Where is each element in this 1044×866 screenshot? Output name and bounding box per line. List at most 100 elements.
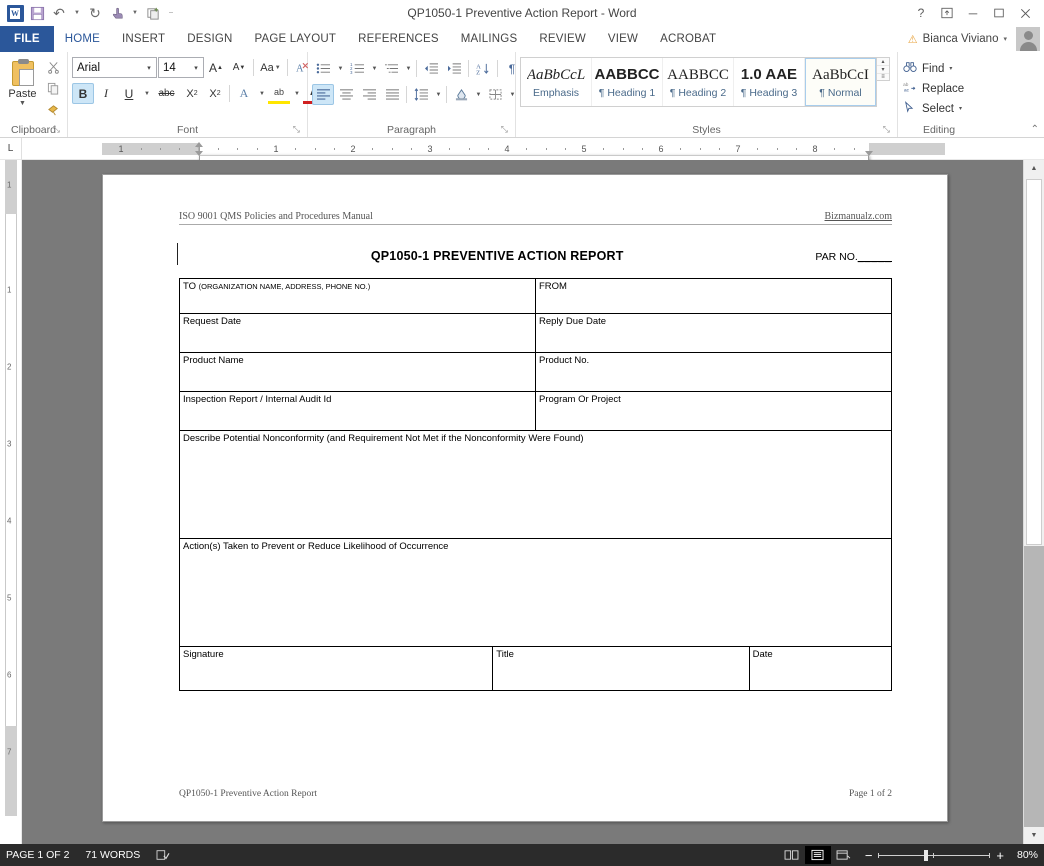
zoom-level-label[interactable]: 80% xyxy=(1012,849,1038,861)
proofing-errors-icon[interactable] xyxy=(156,849,170,861)
maximize-restore-button[interactable] xyxy=(986,2,1012,24)
multilevel-list-icon[interactable] xyxy=(380,58,402,79)
copy-icon[interactable] xyxy=(43,79,63,98)
shrink-font-icon[interactable]: A ▼ xyxy=(228,57,250,78)
zoom-out-button[interactable]: − xyxy=(865,848,873,863)
format-painter-icon[interactable] xyxy=(43,100,63,119)
tab-mailings[interactable]: MAILINGS xyxy=(450,26,529,52)
hanging-indent-marker[interactable] xyxy=(195,150,203,156)
cell-actions-taken[interactable]: Action(s) Taken to Prevent or Reduce Lik… xyxy=(179,538,892,647)
cell-product-no[interactable]: Product No. xyxy=(535,352,892,392)
cut-icon[interactable] xyxy=(43,58,63,77)
web-layout-view-button[interactable] xyxy=(831,846,857,864)
tab-stop-selector[interactable]: L xyxy=(0,137,22,160)
first-line-indent-marker[interactable] xyxy=(195,141,203,147)
find-dropdown-icon[interactable]: ▾ xyxy=(949,65,952,72)
undo-icon[interactable]: ↶ xyxy=(48,2,70,24)
text-effects-icon[interactable]: A xyxy=(233,83,255,104)
cell-product-name[interactable]: Product Name xyxy=(179,352,536,392)
cell-reply-due-date[interactable]: Reply Due Date xyxy=(535,313,892,353)
paragraph-dialog-launcher-icon[interactable]: ⤡ xyxy=(501,124,508,135)
read-mode-view-button[interactable] xyxy=(779,846,805,864)
touch-dropdown-icon[interactable]: ▼ xyxy=(128,2,142,24)
cell-date[interactable]: Date xyxy=(748,646,893,691)
multilevel-dropdown-icon[interactable]: ▼ xyxy=(403,58,413,79)
style-item-heading-3[interactable]: 1.0 AAE ¶ Heading 3 xyxy=(734,58,805,106)
numbering-dropdown-icon[interactable]: ▼ xyxy=(369,58,379,79)
cell-request-date[interactable]: Request Date xyxy=(179,313,536,353)
text-effects-dropdown-icon[interactable]: ▼ xyxy=(256,83,267,104)
shading-dropdown-icon[interactable]: ▼ xyxy=(473,84,483,105)
zoom-slider-thumb[interactable] xyxy=(924,849,929,861)
vertical-ruler[interactable]: 1 1 2 3 4 5 6 7 xyxy=(0,160,22,844)
subscript-button[interactable]: X2 xyxy=(181,83,203,104)
font-name-dropdown-icon[interactable]: ▾ xyxy=(142,64,156,72)
tab-design[interactable]: DESIGN xyxy=(176,26,243,52)
underline-dropdown-icon[interactable]: ▼ xyxy=(141,83,152,104)
account-area[interactable]: ⚠ Bianca Viviano ▾ xyxy=(908,26,1044,52)
tab-home[interactable]: HOME xyxy=(53,26,112,52)
tab-insert[interactable]: INSERT xyxy=(111,26,176,52)
paste-dropdown-icon[interactable]: ▼ xyxy=(19,100,26,107)
tab-file[interactable]: FILE xyxy=(0,26,54,52)
tab-page-layout[interactable]: PAGE LAYOUT xyxy=(244,26,348,52)
style-item-normal[interactable]: AaBbCcI ¶ Normal xyxy=(805,58,876,106)
cell-describe-nonconformity[interactable]: Describe Potential Nonconformity (and Re… xyxy=(179,430,892,539)
line-spacing-dropdown-icon[interactable]: ▼ xyxy=(433,84,443,105)
undo-dropdown-icon[interactable]: ▼ xyxy=(70,2,84,24)
font-name-combobox[interactable]: Arial ▾ xyxy=(72,57,157,78)
cell-to[interactable]: TO (ORGANIZATION NAME, ADDRESS, PHONE NO… xyxy=(179,278,536,314)
italic-button[interactable]: I xyxy=(95,83,117,104)
tab-review[interactable]: REVIEW xyxy=(528,26,597,52)
decrease-indent-icon[interactable] xyxy=(420,58,442,79)
strikethrough-button[interactable]: abc xyxy=(153,83,180,104)
style-item-heading-1[interactable]: AABBCC ¶ Heading 1 xyxy=(592,58,663,106)
horizontal-ruler-track[interactable]: 1 1 1 2 3 4 5 6 7 8 xyxy=(22,141,1044,803)
grow-font-icon[interactable]: A ▲ xyxy=(205,57,227,78)
zoom-in-button[interactable]: + xyxy=(996,848,1004,863)
horizontal-ruler[interactable]: L 1 1 1 2 3 4 5 6 7 8 xyxy=(0,137,1044,803)
vertical-scrollbar[interactable]: ▲ ▼ xyxy=(1023,160,1044,844)
document-page[interactable]: ISO 9001 QMS Policies and Procedures Man… xyxy=(102,174,948,822)
style-item-heading-2[interactable]: AABBCC ¶ Heading 2 xyxy=(663,58,734,106)
help-button[interactable]: ? xyxy=(908,2,934,24)
customize-quick-access-toolbar-icon[interactable] xyxy=(142,2,164,24)
select-dropdown-icon[interactable]: ▾ xyxy=(959,105,962,112)
bold-button[interactable]: B xyxy=(72,83,94,104)
font-dialog-launcher-icon[interactable]: ⤡ xyxy=(293,124,300,135)
find-button[interactable]: Find ▾ xyxy=(902,60,964,77)
zoom-control[interactable]: − + xyxy=(865,848,1004,863)
font-size-dropdown-icon[interactable]: ▾ xyxy=(189,64,203,72)
scroll-up-icon[interactable]: ▲ xyxy=(1024,160,1044,177)
avatar[interactable] xyxy=(1016,27,1040,51)
numbering-icon[interactable]: 123 xyxy=(346,58,368,79)
ribbon-display-options-button[interactable] xyxy=(934,2,960,24)
word-count[interactable]: 71 WORDS xyxy=(85,849,140,861)
scrollbar-track[interactable] xyxy=(1024,546,1044,827)
align-left-icon[interactable] xyxy=(312,84,334,105)
style-item-emphasis[interactable]: AaBbCcL Emphasis xyxy=(521,58,592,106)
align-right-icon[interactable] xyxy=(358,84,380,105)
highlight-dropdown-icon[interactable]: ▼ xyxy=(291,83,302,104)
close-button[interactable] xyxy=(1012,2,1038,24)
tab-view[interactable]: VIEW xyxy=(597,26,649,52)
replace-button[interactable]: ab ac Replace xyxy=(902,80,964,97)
tab-references[interactable]: REFERENCES xyxy=(347,26,450,52)
select-button[interactable]: Select ▾ xyxy=(902,100,964,117)
styles-dialog-launcher-icon[interactable]: ⤡ xyxy=(883,124,890,135)
minimize-button[interactable] xyxy=(960,2,986,24)
styles-more-icon[interactable]: ≡ xyxy=(877,74,889,80)
touch-mode-icon[interactable] xyxy=(106,2,128,24)
paste-button[interactable]: Paste ▼ xyxy=(4,55,41,107)
styles-gallery-scroll[interactable]: ▴ ▾ ≡ xyxy=(877,57,890,81)
justify-icon[interactable] xyxy=(381,84,403,105)
redo-icon[interactable]: ↻ xyxy=(84,2,106,24)
cell-signature[interactable]: Signature xyxy=(178,646,494,691)
qat-more-icon[interactable]: ⎯ xyxy=(164,2,178,24)
styles-scroll-up-icon[interactable]: ▴ xyxy=(877,58,889,66)
bullets-dropdown-icon[interactable]: ▼ xyxy=(335,58,345,79)
superscript-button[interactable]: X2 xyxy=(204,83,226,104)
styles-gallery[interactable]: AaBbCcL Emphasis AABBCC ¶ Heading 1 AABB… xyxy=(520,57,877,107)
increase-indent-icon[interactable] xyxy=(443,58,465,79)
zoom-slider[interactable] xyxy=(878,849,991,861)
